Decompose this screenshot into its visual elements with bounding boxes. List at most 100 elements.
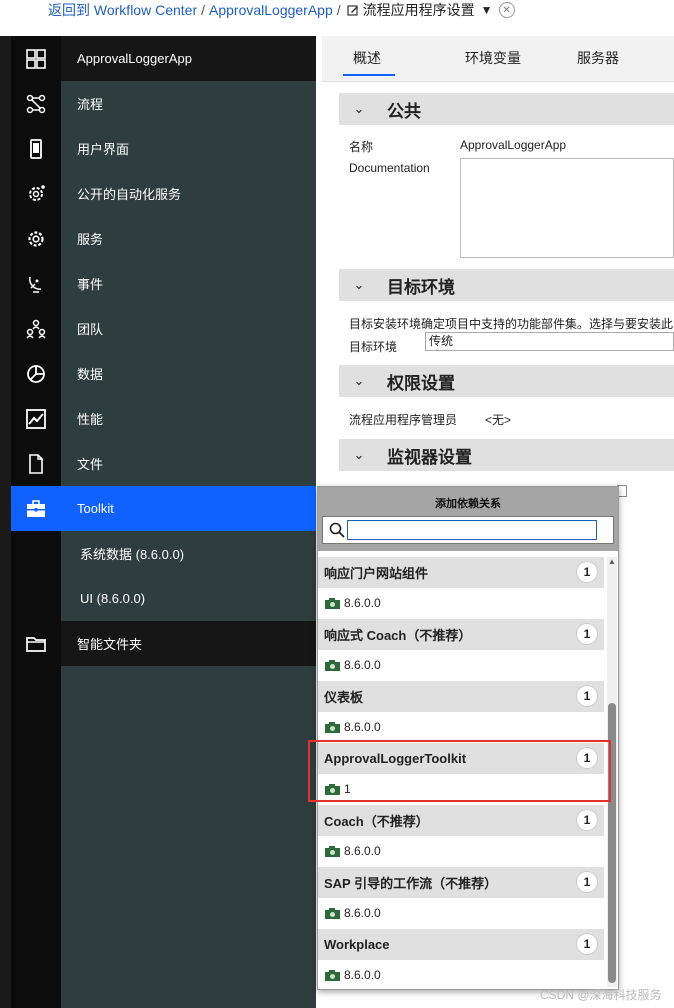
list-item[interactable]: SAP 引导的工作流（不推荐） 1: [318, 867, 604, 898]
toolkit-name: SAP 引导的工作流（不推荐）: [324, 876, 498, 891]
phone-icon: [11, 126, 61, 171]
toolkit-name: Coach（不推荐）: [324, 814, 429, 829]
sidebar-item-exposed-services[interactable]: 公开的自动化服务: [11, 171, 316, 216]
gear-share-icon: [11, 171, 61, 216]
sidebar-item-label: 性能: [77, 412, 104, 427]
list-item[interactable]: 响应式 Coach（不推荐） 1: [318, 619, 604, 650]
sidebar-item-services[interactable]: 服务: [11, 216, 316, 261]
snapshot-icon: [325, 721, 340, 733]
section-monitor-header[interactable]: ⌄ 监视器设置: [339, 439, 674, 471]
section-title: 目标环境: [387, 277, 455, 297]
sidebar-item-toolkit[interactable]: Toolkit: [11, 486, 316, 531]
tab-bar: 概述 环境变量 服务器: [322, 36, 674, 82]
snapshot-icon: [325, 969, 340, 981]
section-permissions-header[interactable]: ⌄ 权限设置: [339, 365, 674, 397]
edit-icon: [347, 5, 358, 16]
version-label: 8.6.0.0: [344, 968, 381, 982]
version-label: 8.6.0.0: [344, 720, 381, 734]
sidebar-item-label: 系统数据 (8.6.0.0): [80, 547, 185, 562]
toolkit-name: 响应门户网站组件: [324, 566, 429, 581]
section-common-header[interactable]: ⌄ 公共: [339, 93, 674, 125]
sidebar-item-ui-toolkit[interactable]: UI (8.6.0.0): [11, 576, 316, 621]
version-row[interactable]: 8.6.0.0: [318, 650, 604, 680]
section-target-header[interactable]: ⌄ 目标环境: [339, 269, 674, 301]
gear-icon: [11, 216, 61, 261]
breadcrumb-separator: /: [201, 2, 205, 18]
sidebar-item-smart-folders[interactable]: 智能文件夹: [11, 621, 316, 666]
sidebar-item-events[interactable]: 事件: [11, 261, 316, 306]
tab-servers[interactable]: 服务器: [577, 48, 619, 68]
rail-spacer: [11, 531, 61, 576]
pie-icon: [11, 351, 61, 396]
folder-icon: [11, 621, 61, 666]
breadcrumb: 返回到 Workflow Center / ApprovalLoggerApp …: [0, 0, 674, 36]
list-item[interactable]: Workplace 1: [318, 929, 604, 960]
count-badge: 1: [576, 685, 598, 707]
chevron-down-icon: ⌄: [353, 373, 365, 388]
breadcrumb-separator: /: [336, 2, 341, 18]
add-dependency-dialog: 添加依赖关系 响应门户网站组件 1 8.6.0.0 响应式 Coach（不推荐）…: [317, 486, 619, 990]
chevron-down-icon[interactable]: ▼: [481, 3, 493, 17]
sidebar-item-system-data[interactable]: 系统数据 (8.6.0.0): [11, 531, 316, 576]
back-to-workflow-center-link[interactable]: 返回到 Workflow Center: [48, 0, 197, 20]
version-row[interactable]: 8.6.0.0: [318, 588, 604, 618]
admin-label: 流程应用程序管理员: [349, 413, 458, 427]
close-icon[interactable]: ✕: [498, 2, 515, 18]
section-title: 监视器设置: [387, 447, 472, 467]
sidebar-item-app[interactable]: ApprovalLoggerApp: [11, 36, 316, 81]
flow-icon: [11, 81, 61, 126]
sidebar-item-label: 用户界面: [77, 142, 130, 157]
left-edge: [0, 36, 11, 1008]
snapshot-icon: [325, 907, 340, 919]
snapshot-icon: [325, 659, 340, 671]
sidebar-item-label: 服务: [77, 232, 104, 247]
toolkit-name: Workplace: [324, 937, 390, 952]
version-label: 8.6.0.0: [344, 844, 381, 858]
search-icon: [329, 522, 345, 538]
version-row[interactable]: 8.6.0.0: [318, 898, 604, 928]
count-badge: 1: [576, 561, 598, 583]
toolkit-name: 响应式 Coach（不推荐）: [324, 628, 472, 643]
documentation-field[interactable]: [460, 158, 674, 258]
app-link[interactable]: ApprovalLoggerApp: [209, 2, 333, 18]
toolbox-icon: [11, 486, 61, 531]
sidebar-item-label: 数据: [77, 367, 104, 382]
sidebar-item-process[interactable]: 流程: [11, 81, 316, 126]
highlight-box: [308, 740, 611, 802]
count-badge: 1: [576, 933, 598, 955]
version-label: 8.6.0.0: [344, 658, 381, 672]
target-env-select[interactable]: 传统: [425, 332, 674, 351]
dialog-header: 添加依赖关系: [318, 487, 618, 551]
admin-value: <无>: [485, 413, 512, 427]
sidebar-item-label: Toolkit: [77, 501, 114, 516]
version-row[interactable]: 8.6.0.0: [318, 960, 604, 989]
search-input[interactable]: [347, 520, 597, 540]
list-item[interactable]: 响应门户网站组件 1: [318, 557, 604, 588]
section-title: 公共: [387, 101, 421, 121]
target-env-label: 目标环境: [349, 340, 398, 354]
list-item[interactable]: 仪表板 1: [318, 681, 604, 712]
search-box: [322, 516, 614, 544]
list-item[interactable]: Coach（不推荐） 1: [318, 805, 604, 836]
toolkit-name: 仪表板: [324, 690, 364, 705]
count-badge: 1: [576, 809, 598, 831]
scroll-up-icon[interactable]: ▲: [608, 557, 616, 566]
tab-env-vars[interactable]: 环境变量: [465, 48, 521, 68]
version-row[interactable]: 8.6.0.0: [318, 836, 604, 866]
sidebar-item-label: 智能文件夹: [77, 637, 143, 652]
sidebar-item-label: UI (8.6.0.0): [80, 591, 146, 606]
tab-overview[interactable]: 概述: [343, 48, 395, 76]
name-label: 名称: [349, 140, 374, 154]
sidebar-item-data[interactable]: 数据: [11, 351, 316, 396]
name-value: ApprovalLoggerApp: [460, 138, 567, 152]
chevron-down-icon: ⌄: [353, 277, 365, 292]
count-badge: 1: [576, 871, 598, 893]
version-label: 8.6.0.0: [344, 596, 381, 610]
sidebar-item-performance[interactable]: 性能: [11, 396, 316, 441]
sidebar-item-team[interactable]: 团队: [11, 306, 316, 351]
sidebar-item-ui[interactable]: 用户界面: [11, 126, 316, 171]
chevron-down-icon: ⌄: [353, 447, 365, 462]
version-row[interactable]: 8.6.0.0: [318, 712, 604, 742]
sidebar-item-label: ApprovalLoggerApp: [77, 51, 192, 66]
sidebar-item-files[interactable]: 文件: [11, 441, 316, 486]
